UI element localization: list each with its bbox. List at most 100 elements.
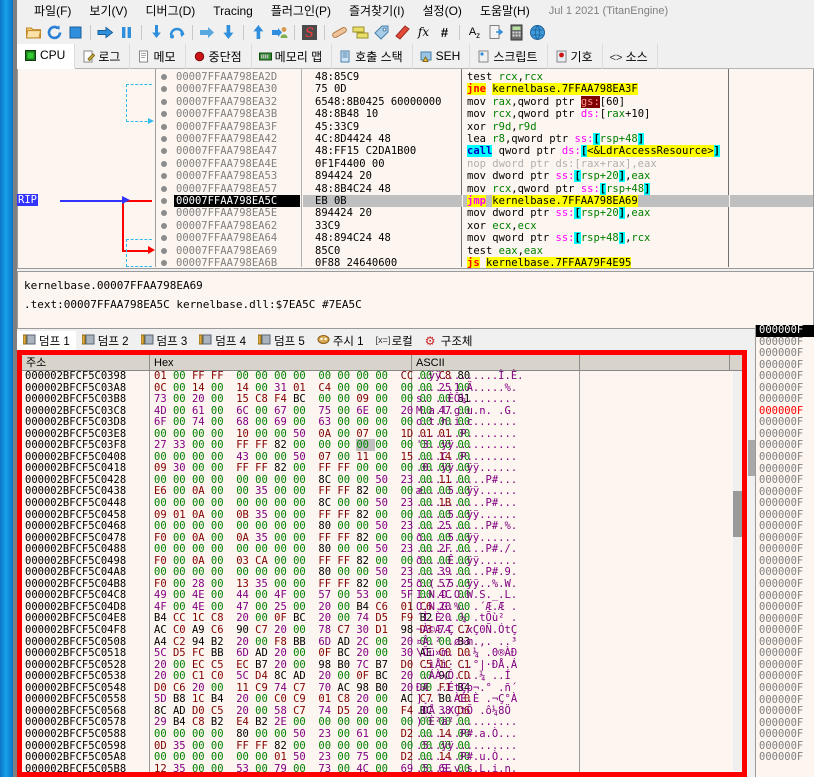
dump-hex-byte[interactable]: 50: [375, 566, 400, 579]
dump-hex-byte[interactable]: 00: [375, 693, 400, 706]
dump-hex-byte[interactable]: 00: [356, 566, 375, 579]
dump-hex-byte[interactable]: 53: [356, 589, 375, 602]
dump-hex-byte[interactable]: 00: [173, 416, 192, 428]
dump-hex-byte[interactable]: 00: [293, 589, 318, 602]
dump-hex-byte[interactable]: C5: [211, 659, 236, 671]
stack-row[interactable]: 000000F: [756, 752, 814, 764]
stack-row[interactable]: 000000F: [756, 371, 814, 383]
dump-hex-byte[interactable]: 00: [173, 428, 192, 440]
dump-hex-byte[interactable]: 00: [356, 716, 375, 729]
dump-hex-byte[interactable]: 4C: [356, 763, 375, 772]
dump-hex-byte[interactable]: F0: [154, 555, 173, 567]
dump-hex-byte[interactable]: 00: [255, 612, 274, 625]
stack-row[interactable]: 000000F: [756, 729, 814, 741]
dump-hex-byte[interactable]: F0: [154, 532, 173, 544]
dump-hex-byte[interactable]: EC: [192, 659, 211, 671]
dump-rows[interactable]: 000002BFCF5C0398 01 00 FF FF 00 00 00 00 …: [22, 370, 742, 772]
dump-hex-byte[interactable]: BC: [293, 393, 318, 405]
dump-hex-byte[interactable]: 00: [356, 370, 375, 382]
dump-hex-byte[interactable]: F8: [274, 636, 293, 648]
dump-hex-byte[interactable]: 80: [318, 543, 337, 555]
dump-hex-byte[interactable]: 4F: [274, 589, 293, 602]
disasm-instruction[interactable]: mov rcx,qword ptr ss:[rsp+48]: [463, 182, 729, 195]
dump-hex-byte[interactable]: 0D: [154, 740, 173, 752]
dump-tab-2[interactable]: 덤프 2: [76, 331, 135, 350]
dump-hex-byte[interactable]: 00: [293, 601, 318, 613]
menu-item-favourites[interactable]: 즐겨찾기(I): [340, 0, 414, 21]
dump-hex-byte[interactable]: 00: [255, 566, 274, 579]
disasm-bytes[interactable]: 48:85C9: [303, 71, 462, 83]
dump-hex-byte[interactable]: 00: [337, 728, 356, 740]
dump-hex-byte[interactable]: 00: [356, 740, 375, 752]
disasm-instruction[interactable]: test eax,eax: [463, 245, 729, 257]
dump-hex-byte[interactable]: C8: [211, 612, 236, 625]
dump-hex-byte[interactable]: 7C: [356, 659, 375, 671]
dump-hex-byte[interactable]: C7: [293, 682, 318, 694]
dump-hex-byte[interactable]: 00: [211, 728, 236, 740]
dump-hex-byte[interactable]: 00: [173, 555, 192, 567]
tab-notes[interactable]: 메모: [130, 43, 186, 69]
dump-hex-byte[interactable]: 00: [375, 405, 400, 417]
dump-hex-byte[interactable]: 00: [375, 555, 400, 567]
disasm-address[interactable]: 00007FFAA798EA5C: [174, 195, 300, 208]
dump-hex-byte[interactable]: 00: [173, 370, 192, 382]
dump-hex-byte[interactable]: 00: [318, 439, 337, 452]
step-over-icon[interactable]: [169, 24, 186, 41]
dump-hex-byte[interactable]: 00: [274, 728, 293, 740]
stack-row[interactable]: 000000F: [756, 475, 814, 487]
dump-hex-byte[interactable]: 2E: [274, 716, 293, 729]
dump-hex-byte[interactable]: 00: [337, 370, 356, 382]
disasm-address[interactable]: 00007FFAA798EA6B: [174, 257, 300, 268]
menu-item-debug[interactable]: 디버그(D): [136, 0, 204, 21]
dump-scrollbar-thumb[interactable]: [733, 491, 742, 537]
dump-hex-byte[interactable]: 6E: [356, 405, 375, 417]
stack-row[interactable]: 000000F: [756, 348, 814, 360]
dump-hex-byte[interactable]: C8: [192, 716, 211, 729]
dump-hex-byte[interactable]: 09: [154, 509, 173, 521]
dump-row-address[interactable]: 000002BFCF5C03B8: [22, 394, 150, 406]
dump-hex-byte[interactable]: 20: [318, 612, 337, 625]
execute-till-return-icon[interactable]: [250, 24, 267, 41]
dump-hex-byte[interactable]: F0: [154, 578, 173, 590]
dump-hex-byte[interactable]: 20: [274, 624, 293, 636]
dump-row-address[interactable]: 000002BFCF5C0468: [22, 521, 150, 533]
disasm-instruction[interactable]: jmp kernelbase.7FFAA798EA69: [463, 195, 729, 208]
dump-hex-byte[interactable]: 00: [337, 451, 356, 463]
dump-hex-byte[interactable]: 23: [318, 728, 337, 740]
dump-scrollbar[interactable]: [733, 371, 742, 771]
dump-hex-byte[interactable]: 98: [318, 659, 337, 671]
dump-hex-byte[interactable]: 30: [173, 462, 192, 475]
dump-hex-byte[interactable]: 00: [356, 382, 375, 394]
dump-hex-byte[interactable]: C6: [375, 601, 400, 613]
dump-hex-byte[interactable]: D5: [337, 705, 356, 717]
dump-hex-byte[interactable]: 00: [274, 497, 293, 509]
dump-hex-byte[interactable]: 50: [293, 451, 318, 463]
dump-hex-byte[interactable]: AC: [154, 624, 173, 636]
menu-item-options[interactable]: 설정(O): [414, 0, 471, 21]
breakpoint-dot[interactable]: [161, 235, 167, 242]
dump-hex-byte[interactable]: 00: [255, 428, 274, 440]
breakpoint-dot[interactable]: [161, 247, 167, 254]
dump-hex-byte[interactable]: 00: [293, 497, 318, 509]
dump-hex-byte[interactable]: 00: [211, 439, 236, 452]
restart-icon[interactable]: [46, 24, 63, 41]
dump-hex-byte[interactable]: FC: [192, 647, 211, 659]
dump-hex-byte[interactable]: 53: [236, 763, 255, 772]
dump-tab-1[interactable]: 덤프 1: [17, 331, 76, 350]
dump-hex-byte[interactable]: 6D: [318, 636, 337, 648]
dump-hex-byte[interactable]: 00: [211, 740, 236, 752]
dump-hex-byte[interactable]: C7: [337, 624, 356, 636]
dump-hex-byte[interactable]: 00: [375, 428, 400, 440]
dump-hex-byte[interactable]: 50: [375, 497, 400, 509]
dump-hex-byte[interactable]: FF: [211, 370, 236, 382]
dump-hex-byte[interactable]: FF: [255, 462, 274, 475]
dump-hex-byte[interactable]: 00: [375, 532, 400, 544]
dump-hex-byte[interactable]: 00: [236, 370, 255, 382]
disasm-instruction[interactable]: mov qword ptr ss:[rsp+48],rcx: [463, 232, 729, 245]
dump-header-hex[interactable]: Hex: [150, 355, 412, 371]
dump-hex-byte[interactable]: 00: [293, 763, 318, 772]
dump-hex-byte[interactable]: 00: [337, 393, 356, 405]
dump-hex-byte[interactable]: FF: [318, 578, 337, 590]
dump-hex-byte[interactable]: 75: [356, 751, 375, 763]
dump-hex-byte[interactable]: 00: [211, 416, 236, 428]
